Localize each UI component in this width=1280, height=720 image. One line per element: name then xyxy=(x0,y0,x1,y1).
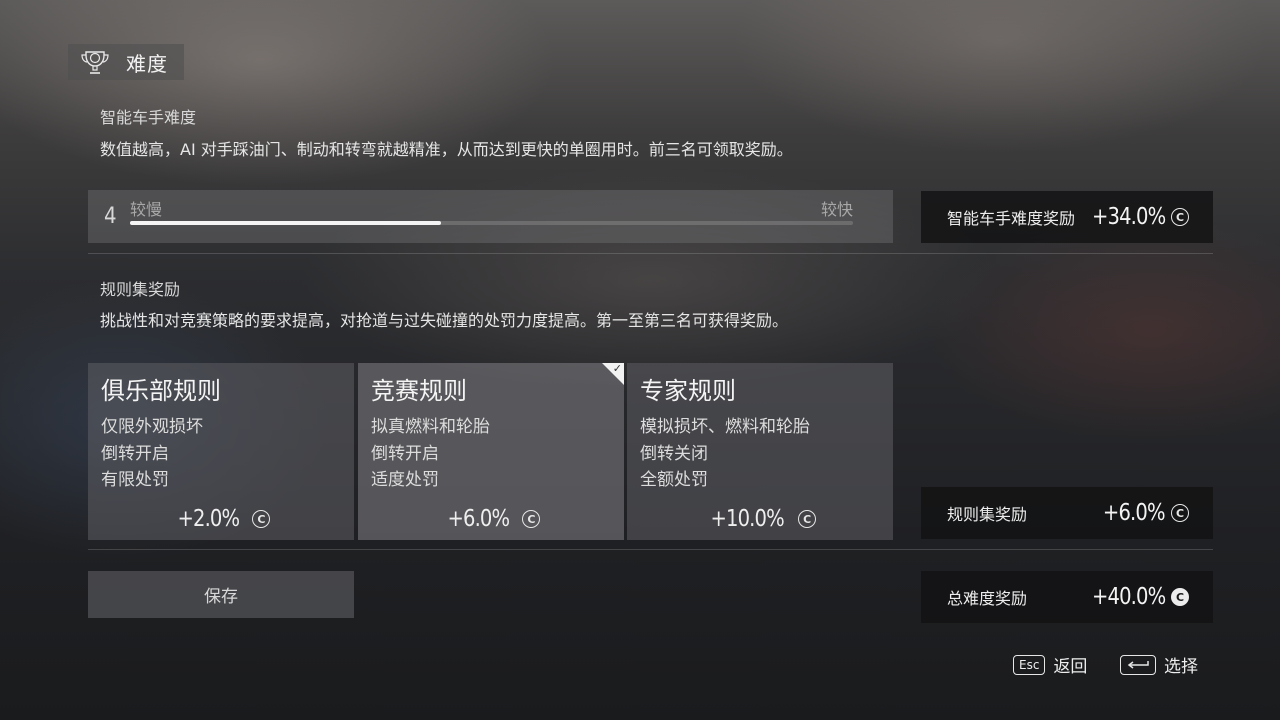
rule-card-line: 全额处罚 xyxy=(640,470,708,490)
ruleset-bonus-label: 规则集奖励 xyxy=(947,505,1028,524)
rule-card-bonus-value: +6.0% xyxy=(447,506,510,532)
esc-key-icon: Esc xyxy=(1013,654,1046,675)
checkmark-icon: ✓ xyxy=(612,362,622,375)
credits-icon: C xyxy=(1171,208,1189,226)
back-hint[interactable]: Esc 返回 xyxy=(1013,652,1087,677)
rule-card-title: 竞赛规则 xyxy=(371,377,467,405)
rule-card-line: 拟真燃料和轮胎 xyxy=(371,417,490,437)
credits-icon: C xyxy=(1171,588,1189,606)
rule-card-line: 适度处罚 xyxy=(371,470,439,490)
trophy-icon xyxy=(81,51,109,74)
slider-value: 4 xyxy=(104,204,117,229)
rule-card-bonus-value: +10.0% xyxy=(710,506,784,532)
ai-difficulty-heading: 智能车手难度 xyxy=(100,108,197,127)
rule-card-race[interactable]: ✓ 竞赛规则 拟真燃料和轮胎 倒转开启 适度处罚 +6.0% C xyxy=(358,362,624,540)
select-hint[interactable]: 选择 xyxy=(1120,652,1198,677)
credits-icon: C xyxy=(252,510,271,528)
rule-card-line: 仅限外观损坏 xyxy=(101,417,203,437)
ai-bonus-label: 智能车手难度奖励 xyxy=(947,209,1076,228)
page-title-bar: 难度 xyxy=(68,44,184,80)
rule-card-bonus: +6.0% C xyxy=(358,506,624,532)
rule-card-expert[interactable]: 专家规则 模拟损坏、燃料和轮胎 倒转关闭 全额处罚 +10.0% C xyxy=(627,363,893,540)
section-divider xyxy=(88,549,1213,550)
section-divider xyxy=(88,253,1213,254)
save-button[interactable]: 保存 xyxy=(88,571,354,618)
enter-key-icon xyxy=(1120,654,1156,675)
rule-card-line: 模拟损坏、燃料和轮胎 xyxy=(640,417,810,437)
rule-card-title: 俱乐部规则 xyxy=(101,377,221,405)
ai-difficulty-description: 数值越高，AI 对手踩油门、制动和转弯就越精准，从而达到更快的单圈用时。前三名可… xyxy=(100,140,793,159)
back-label: 返回 xyxy=(1053,657,1088,677)
rule-card-bonus: +10.0% C xyxy=(627,506,893,532)
ai-difficulty-bonus: 智能车手难度奖励 +34.0% C xyxy=(921,191,1213,243)
rule-card-bonus-value: +2.0% xyxy=(177,506,240,532)
ai-bonus-value: +34.0% xyxy=(1091,204,1166,230)
rule-card-club[interactable]: 俱乐部规则 仅限外观损坏 倒转开启 有限处罚 +2.0% C xyxy=(88,363,354,540)
slider-label-slower: 较慢 xyxy=(130,200,163,219)
rule-card-line: 倒转开启 xyxy=(101,443,169,464)
ai-difficulty-slider[interactable]: 4 较慢 较快 xyxy=(88,190,893,243)
ruleset-heading: 规则集奖励 xyxy=(100,280,181,299)
rule-card-line: 倒转开启 xyxy=(371,443,439,464)
select-label: 选择 xyxy=(1164,657,1198,677)
credits-icon: C xyxy=(798,510,817,528)
ruleset-bonus-value: +6.0% xyxy=(1103,500,1166,526)
total-bonus-value: +40.0% xyxy=(1091,584,1166,610)
rule-card-line: 倒转关闭 xyxy=(640,443,708,464)
total-difficulty-bonus: 总难度奖励 +40.0% C xyxy=(921,571,1213,623)
credits-icon: C xyxy=(1171,504,1189,522)
ruleset-description: 挑战性和对竞赛策略的要求提高，对抢道与过失碰撞的处罚力度提高。第一至第三名可获得… xyxy=(100,311,789,330)
total-bonus-label: 总难度奖励 xyxy=(947,589,1028,608)
ruleset-bonus: 规则集奖励 +6.0% C xyxy=(921,487,1213,539)
credits-icon: C xyxy=(522,510,541,528)
page-title: 难度 xyxy=(126,51,168,76)
rule-card-title: 专家规则 xyxy=(640,377,736,405)
rule-card-line: 有限处罚 xyxy=(101,470,169,490)
rule-card-bonus: +2.0% C xyxy=(88,506,354,532)
slider-track[interactable] xyxy=(130,221,853,225)
slider-fill xyxy=(130,221,441,225)
slider-label-faster: 较快 xyxy=(820,200,853,219)
